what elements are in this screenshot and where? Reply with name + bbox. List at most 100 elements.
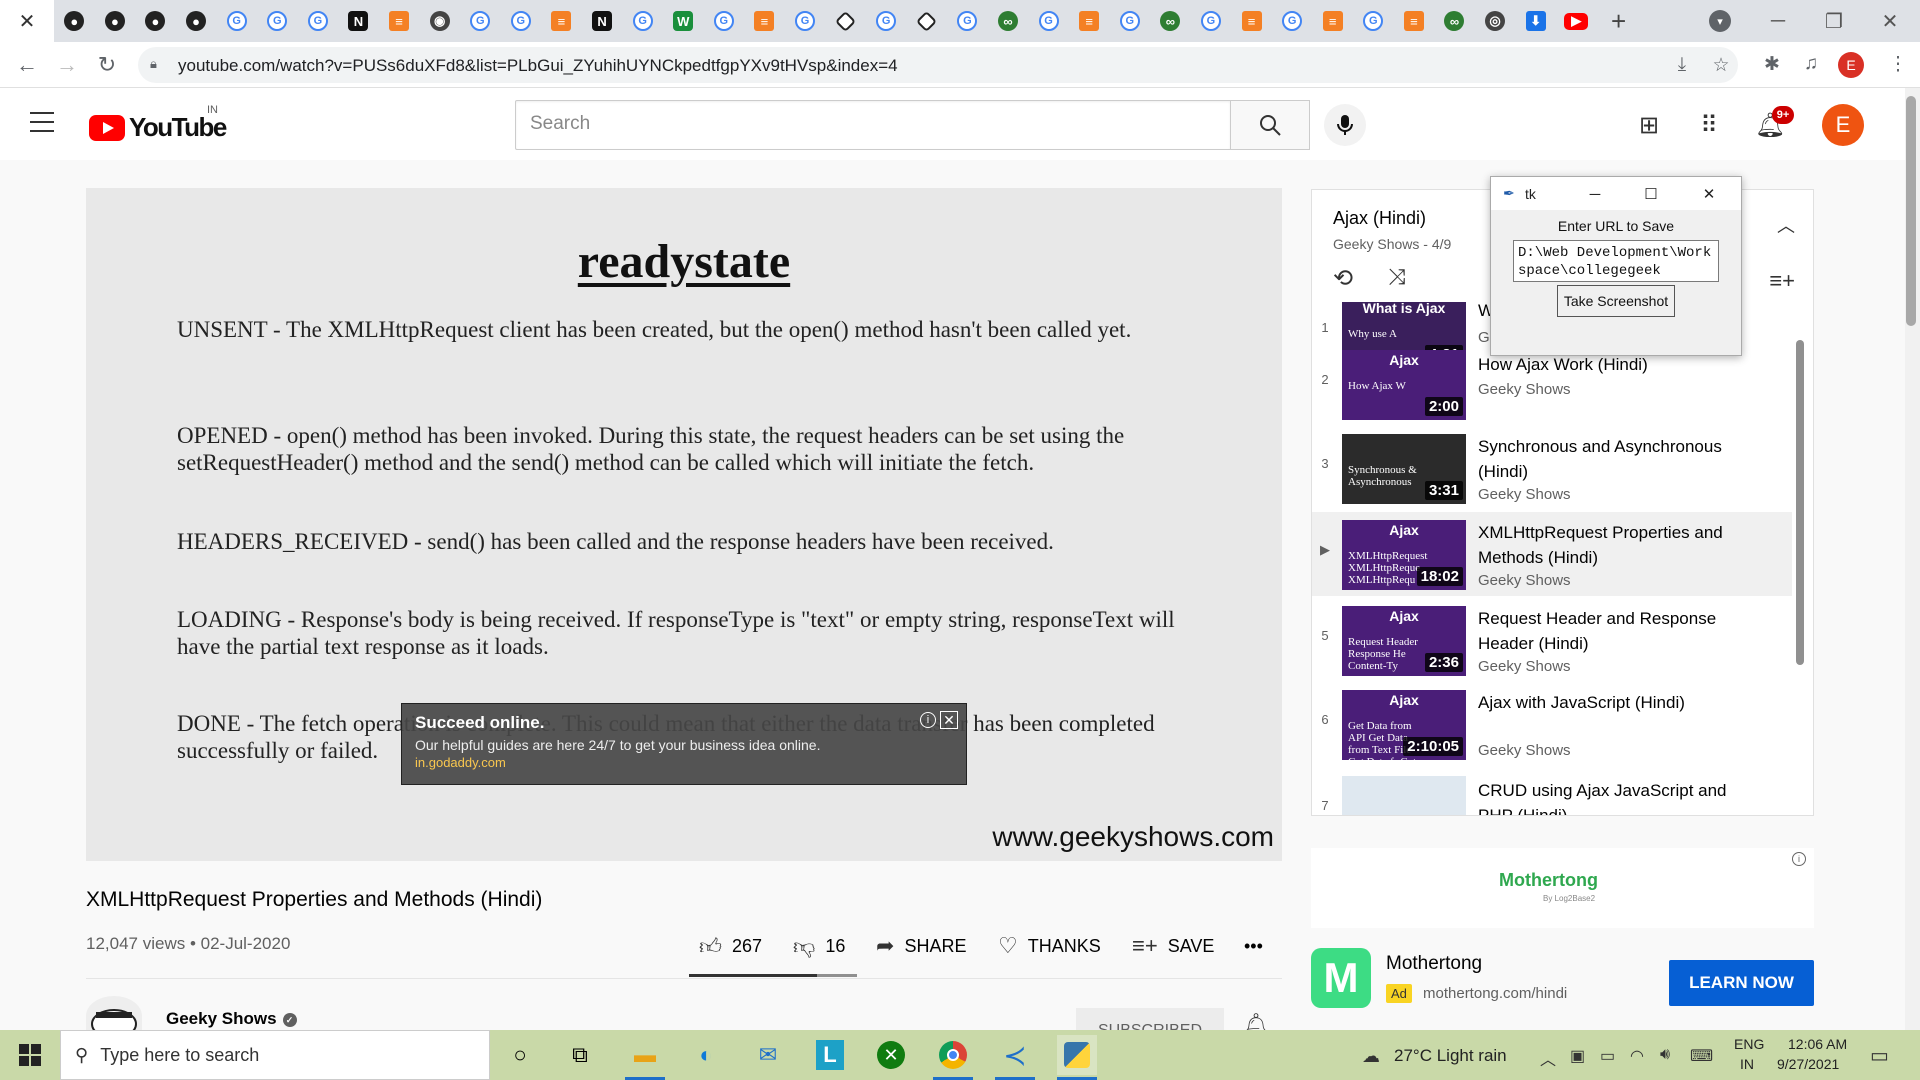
search-input[interactable]: Search [515,100,1231,150]
minimize-button[interactable]: ─ [1750,0,1806,42]
python-tk-icon[interactable] [1057,1035,1097,1080]
tab-diamond[interactable] [906,0,947,42]
edge-icon[interactable]: ◐ [686,1035,726,1075]
ad-card-name[interactable]: Mothertong [1386,953,1482,975]
tab-stackoverflow[interactable]: ≡ [1394,0,1435,42]
tab-google[interactable]: G [947,0,988,42]
active-tab-close-button[interactable]: ✕ [0,0,54,42]
playlist-title[interactable]: Ajax (Hindi) [1333,208,1426,229]
tab-green[interactable]: ∞ [1150,0,1191,42]
side-ad-banner[interactable]: Mothertong By Log2Base2 i [1311,848,1814,928]
chrome-icon[interactable] [933,1035,973,1080]
youtube-logo[interactable]: YouTube [89,112,227,143]
clock-time[interactable]: 12:06 AM [1788,1036,1847,1052]
shuffle-icon[interactable]: ⤨ [1388,264,1406,290]
keyboard-icon[interactable]: ⌨ [1690,1046,1713,1066]
playlist-video-title[interactable]: Request Header and Response Header (Hind… [1478,606,1728,656]
voice-search-button[interactable] [1324,104,1366,146]
ad-link[interactable]: in.godaddy.com [415,755,953,770]
clock-date[interactable]: 9/27/2021 [1777,1056,1839,1072]
video-thumbnail[interactable]: Ajax Request Header Response He Content-T… [1342,606,1466,676]
tab-world[interactable]: ◉ [419,0,460,42]
video-thumbnail[interactable]: Ajax XMLHttpRequest XMLHttpReque XMLHttpR… [1342,520,1466,590]
language-top[interactable]: ENG [1734,1036,1764,1052]
tab-google[interactable]: G [785,0,826,42]
maximize-button[interactable]: ❐ [1806,0,1862,42]
l-app-icon[interactable]: L [810,1035,850,1075]
reload-icon[interactable]: ↻ [92,50,122,80]
media-control-icon[interactable]: ♫ [1797,50,1825,78]
video-thumbnail[interactable]: Ajax How Ajax W 2:00 [1342,350,1466,420]
channel-name[interactable]: Geeky Shows ✓ [166,1009,297,1029]
tk-url-input[interactable]: D:\Web Development\Workspace\collegegeek [1513,240,1719,282]
video-thumbnail[interactable] [1342,776,1466,815]
wifi-icon[interactable]: ◠ [1630,1046,1644,1066]
share-button[interactable]: ➦ SHARE [876,932,966,960]
ad-info-icon[interactable]: i [1792,852,1806,866]
playlist-item[interactable]: ▶ Ajax XMLHttpRequest XMLHttpReque XMLHttp… [1312,512,1792,596]
ad-info-icon[interactable]: i [920,712,936,728]
tab-youtube[interactable]: ▶ [1556,0,1597,42]
tab-google[interactable]: G [460,0,501,42]
tab-github[interactable]: ● [176,0,217,42]
forward-icon[interactable]: → [52,50,82,80]
tab-github[interactable]: ● [54,0,95,42]
extensions-puzzle-icon[interactable]: ✱ [1758,50,1786,78]
xbox-icon[interactable]: ✕ [871,1035,911,1075]
tab-google[interactable]: G [1109,0,1150,42]
tab-google[interactable]: G [257,0,298,42]
tab-google[interactable]: G [216,0,257,42]
tab-stackoverflow[interactable]: ≡ [379,0,420,42]
ad-close-icon[interactable]: ✕ [940,711,958,729]
menu-hamburger-icon[interactable] [30,112,54,132]
page-scrollbar-thumb[interactable] [1906,96,1916,326]
url-text[interactable]: youtube.com/watch?v=PUSs6duXFd8&list=PLb… [178,56,898,76]
tab-stackoverflow[interactable]: ≡ [744,0,785,42]
tab-google[interactable]: G [501,0,542,42]
save-playlist-icon[interactable]: ≡+ [1769,268,1795,294]
tab-stackoverflow[interactable]: ≡ [541,0,582,42]
tab-google[interactable]: G [1272,0,1313,42]
cortana-icon[interactable]: ○ [500,1035,540,1075]
save-button[interactable]: ≡+ SAVE [1132,932,1214,960]
file-explorer-icon[interactable]: ▬ [625,1035,665,1080]
tab-green[interactable]: ∞ [1434,0,1475,42]
tab-diamond[interactable] [825,0,866,42]
playlist-video-title[interactable]: XMLHttpRequest Properties and Methods (H… [1478,520,1728,570]
language-bottom[interactable]: IN [1740,1056,1754,1072]
taskbar-search-input[interactable]: ⚲ Type here to search [60,1030,490,1080]
video-player[interactable]: readystate UNSENT - The XMLHttpRequest c… [86,188,1282,861]
playlist-item[interactable]: 3 Synchronous & Asynchronous 3:31 Synchrono… [1312,426,1792,510]
learn-now-button[interactable]: LEARN NOW [1669,960,1814,1006]
playlist-video-title[interactable]: CRUD using Ajax JavaScript and PHP (Hind… [1478,778,1728,815]
new-tab-button[interactable]: + [1597,0,1641,42]
windows-start-button[interactable] [0,1030,60,1080]
address-bar[interactable]: 🔒︎ youtube.com/watch?v=PUSs6duXFd8&list=… [138,47,1738,83]
weather-text[interactable]: 27°C Light rain [1394,1046,1507,1066]
install-app-icon[interactable]: ⤓ [1670,53,1694,77]
tab-notion[interactable]: N [582,0,623,42]
vscode-icon[interactable]: ≺ [995,1035,1035,1080]
tk-maximize-button[interactable]: ☐ [1639,182,1663,206]
video-thumbnail[interactable]: Synchronous & Asynchronous 3:31 [1342,434,1466,504]
tk-close-button[interactable]: ✕ [1697,182,1721,206]
collapse-chevron-icon[interactable]: ︿ [1777,212,1795,238]
battery-icon[interactable]: ▭ [1600,1046,1615,1066]
take-screenshot-button[interactable]: Take Screenshot [1557,285,1675,317]
close-window-button[interactable]: ✕ [1862,0,1918,42]
tab-chrome[interactable]: ◎ [1475,0,1516,42]
search-button[interactable] [1230,100,1310,150]
tk-titlebar[interactable]: ✒ tk ─ ☐ ✕ [1491,177,1741,210]
tab-google[interactable]: G [298,0,339,42]
mail-icon[interactable]: ✉ [748,1035,788,1075]
loop-icon[interactable]: ⟲ [1333,264,1353,293]
volume-icon[interactable]: 🔊︎ [1660,1046,1670,1064]
notification-center-icon[interactable]: ▭ [1870,1043,1889,1068]
apps-grid-icon[interactable]: ⠿ [1694,110,1724,140]
ad-app-icon[interactable]: M [1311,948,1371,1008]
like-button[interactable]: 👍︎ 267 [699,932,762,960]
playlist-item[interactable]: 6 Ajax Get Data from API Get Data from Tex… [1312,682,1792,766]
tab-google[interactable]: G [866,0,907,42]
tab-github[interactable]: ● [135,0,176,42]
playlist-video-title[interactable]: Synchronous and Asynchronous (Hindi) [1478,434,1728,484]
